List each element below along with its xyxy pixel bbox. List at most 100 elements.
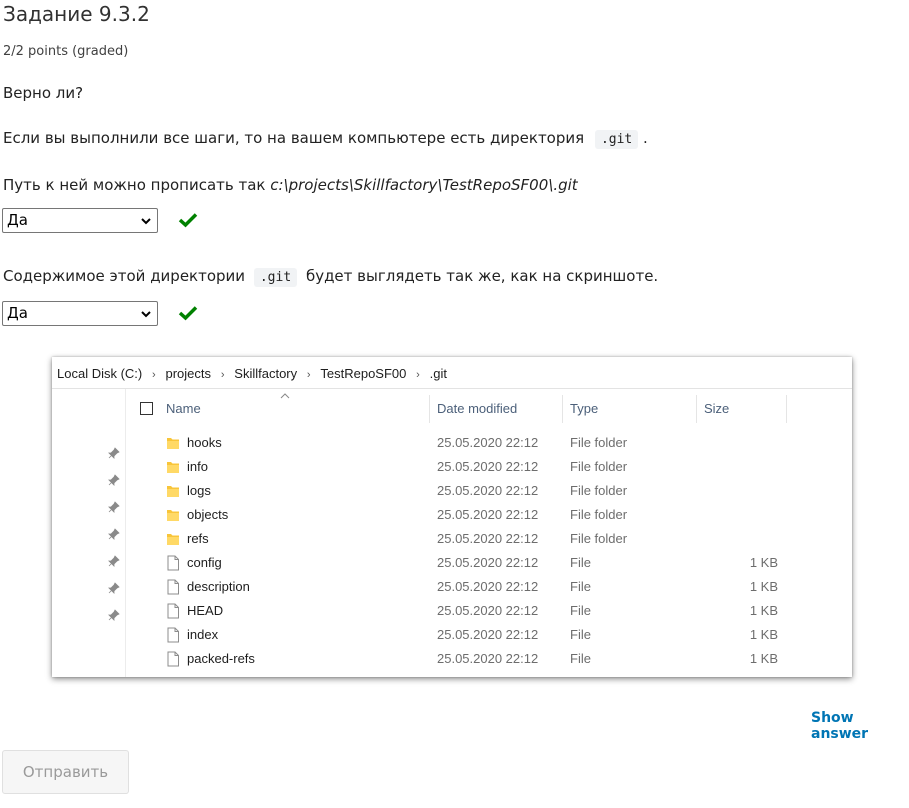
q2-text-before: Содержимое этой директории [3, 267, 246, 285]
sort-ascending-icon [280, 393, 290, 399]
file-name: hooks [187, 435, 222, 450]
breadcrumb-item: .git [429, 366, 447, 381]
file-icon [166, 603, 180, 619]
file-row: config 25.05.2020 22:12 File 1 KB [52, 551, 852, 575]
file-name: objects [187, 507, 229, 522]
q1-select-value: Да [7, 211, 28, 229]
file-date: 25.05.2020 22:12 [437, 555, 539, 570]
file-type: File folder [570, 531, 628, 546]
file-name: refs [187, 531, 209, 546]
chevron-right-icon: › [416, 369, 420, 381]
file-name: packed-refs [187, 651, 255, 666]
file-size: 1 KB [749, 579, 778, 594]
column-header-date: Date modified [437, 401, 518, 416]
file-type: File folder [570, 435, 628, 450]
file-size: 1 KB [749, 603, 778, 618]
select-all-checkbox [140, 402, 153, 415]
file-row: hooks 25.05.2020 22:12 File folder [52, 431, 852, 455]
file-date: 25.05.2020 22:12 [437, 507, 539, 522]
breadcrumb-item: projects [165, 366, 212, 381]
q2-paragraph: Содержимое этой директории .git будет вы… [3, 267, 659, 287]
breadcrumb-item: Skillfactory [234, 366, 298, 381]
file-date: 25.05.2020 22:12 [437, 651, 539, 666]
file-size: 1 KB [749, 555, 778, 570]
file-row: HEAD 25.05.2020 22:12 File 1 KB [52, 599, 852, 623]
file-type: File folder [570, 459, 628, 474]
q1-path: c:\projects\Skillfactory\TestRepoSF00\.g… [270, 176, 578, 194]
explorer-screenshot: Local Disk (C:) › projects › Skillfactor… [52, 357, 852, 677]
problem-title: Задание 9.3.2 [3, 2, 150, 26]
q1-select[interactable]: Да [2, 208, 158, 233]
file-type: File [570, 555, 591, 570]
column-header-name: Name [166, 401, 201, 416]
file-icon [166, 627, 180, 643]
column-separator [696, 395, 697, 423]
chevron-down-icon [141, 218, 151, 225]
file-row: description 25.05.2020 22:12 File 1 KB [52, 575, 852, 599]
divider [52, 388, 852, 389]
file-row: objects 25.05.2020 22:12 File folder [52, 503, 852, 527]
column-header-type: Type [570, 401, 599, 416]
file-icon [166, 651, 180, 667]
file-type: File folder [570, 507, 628, 522]
file-date: 25.05.2020 22:12 [437, 435, 539, 450]
q1-paragraph: Путь к ней можно прописать так c:\projec… [3, 176, 578, 194]
submit-button[interactable]: Отправить [2, 750, 129, 794]
file-row: refs 25.05.2020 22:12 File folder [52, 527, 852, 551]
column-separator [786, 395, 787, 423]
question-text: Верно ли? [3, 84, 84, 102]
file-date: 25.05.2020 22:12 [437, 603, 539, 618]
file-name: HEAD [187, 603, 224, 618]
file-row: packed-refs 25.05.2020 22:12 File 1 KB [52, 647, 852, 671]
breadcrumb-item: TestRepoSF00 [320, 366, 407, 381]
chevron-right-icon: › [306, 369, 311, 381]
file-icon [166, 579, 180, 595]
column-separator [429, 395, 430, 423]
breadcrumb-item: Local Disk (C:) [57, 366, 143, 381]
q2-code: .git [253, 268, 298, 287]
column-separator [562, 395, 563, 423]
intro-code: .git [594, 130, 639, 149]
file-size: 1 KB [749, 627, 778, 642]
file-type: File [570, 627, 591, 642]
q2-select-value: Да [7, 304, 28, 322]
file-row: info 25.05.2020 22:12 File folder [52, 455, 852, 479]
intro-paragraph: Если вы выполнили все шаги, то на вашем … [3, 129, 648, 149]
file-row: logs 25.05.2020 22:12 File folder [52, 479, 852, 503]
file-name: logs [187, 483, 211, 498]
q2-text-after: будет выглядеть так же, как на скриншоте… [305, 267, 659, 285]
correct-check-icon [178, 306, 198, 321]
q1-text: Путь к ней можно прописать так [3, 176, 271, 194]
intro-text: Если вы выполнили все шаги, то на вашем … [3, 129, 585, 147]
folder-icon [166, 531, 180, 547]
intro-end: . [643, 129, 648, 147]
folder-icon [166, 459, 180, 475]
file-date: 25.05.2020 22:12 [437, 627, 539, 642]
folder-icon [166, 483, 180, 499]
q2-select[interactable]: Да [2, 301, 158, 326]
file-name: info [187, 459, 208, 474]
file-row: index 25.05.2020 22:12 File 1 KB [52, 623, 852, 647]
file-date: 25.05.2020 22:12 [437, 579, 539, 594]
file-name: description [187, 579, 250, 594]
file-date: 25.05.2020 22:12 [437, 483, 539, 498]
file-name: index [187, 627, 219, 642]
breadcrumb: Local Disk (C:) › projects › Skillfactor… [57, 366, 447, 384]
file-type: File folder [570, 483, 628, 498]
folder-icon [166, 435, 180, 451]
file-type: File [570, 651, 591, 666]
file-date: 25.05.2020 22:12 [437, 531, 539, 546]
file-type: File [570, 579, 591, 594]
chevron-right-icon: › [220, 369, 225, 381]
file-type: File [570, 603, 591, 618]
chevron-right-icon: › [152, 369, 156, 381]
file-name: config [187, 555, 222, 570]
chevron-down-icon [141, 311, 151, 318]
column-header-size: Size [704, 401, 730, 416]
show-answer-link[interactable]: Show answer [811, 710, 909, 742]
file-icon [166, 555, 180, 571]
folder-icon [166, 507, 180, 523]
file-date: 25.05.2020 22:12 [437, 459, 539, 474]
points-label: 2/2 points (graded) [3, 44, 129, 59]
correct-check-icon [178, 213, 198, 228]
